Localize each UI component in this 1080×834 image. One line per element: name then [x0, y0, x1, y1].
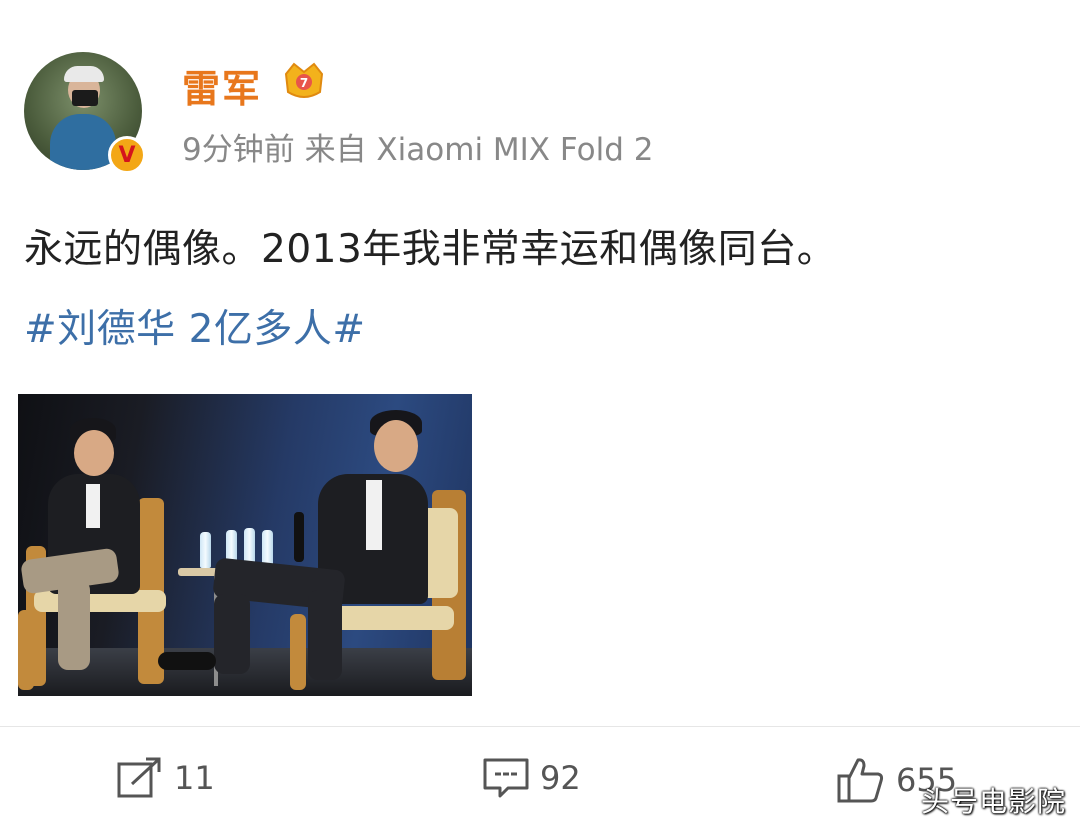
svg-text:7: 7: [300, 76, 308, 90]
watermark: 头号电影院: [920, 785, 1066, 818]
comment-icon: [483, 758, 529, 798]
repost-icon: [117, 757, 161, 798]
username[interactable]: 雷军: [182, 58, 262, 113]
post-photo[interactable]: [18, 394, 472, 696]
crown-icon[interactable]: 7: [280, 58, 328, 104]
post-text: 永远的偶像。2013年我非常幸运和偶像同台。: [24, 227, 837, 272]
hashtag-link[interactable]: #刘德华 2亿多人#: [24, 298, 366, 354]
comment-button[interactable]: 92: [482, 756, 581, 800]
verified-badge-icon: V: [108, 136, 146, 174]
repost-count: 11: [174, 759, 215, 797]
repost-button[interactable]: 11: [116, 756, 215, 800]
post-meta: 9分钟前 来自 Xiaomi MIX Fold 2: [182, 132, 654, 168]
avatar[interactable]: V: [24, 52, 146, 174]
weibo-post: V 雷军 7 9分钟前 来自 Xiaomi MIX Fold 2 永远的偶像。2…: [0, 0, 1080, 834]
thumbs-up-icon: [837, 758, 884, 803]
footer-divider: [0, 726, 1080, 727]
comment-count: 92: [540, 759, 581, 797]
